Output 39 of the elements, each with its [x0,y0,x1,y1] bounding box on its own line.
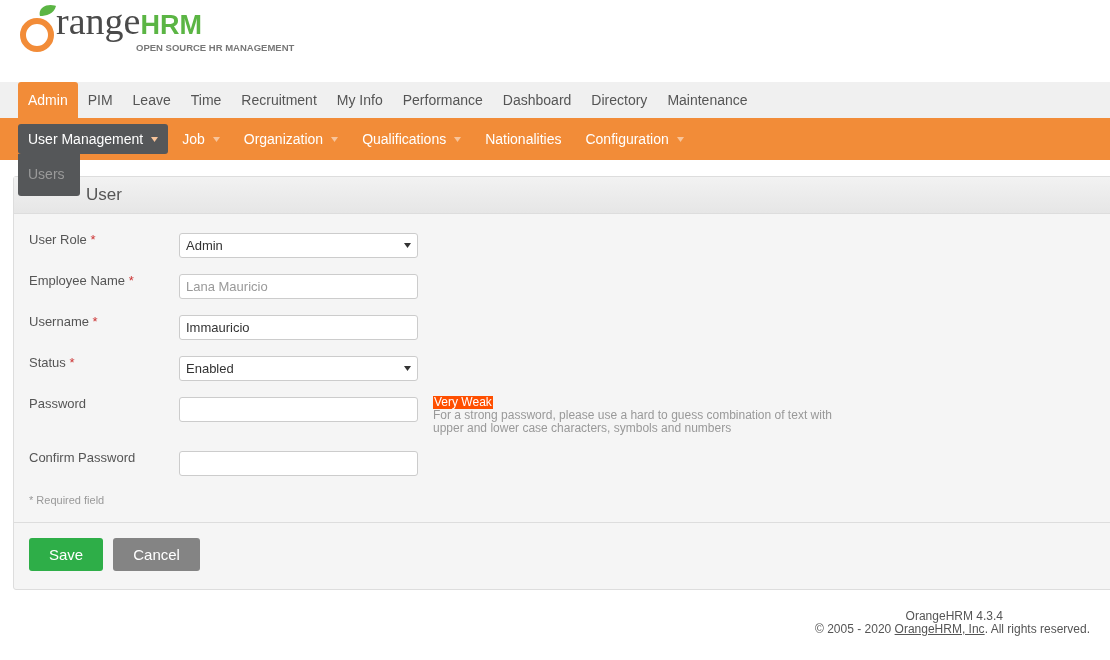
input-field[interactable]: Lana Mauricio [179,274,418,299]
caret-icon [151,136,159,142]
password-hint: For a strong password, please use a hard to guess combination of text with upper and lower case characters, symbols and numbers [433,409,833,435]
main-menu-tab[interactable]: Dashboard [492,82,582,118]
password-field[interactable] [179,397,418,422]
field-label: Username * [29,314,99,331]
input-field[interactable]: Immauricio [179,315,418,340]
caret-icon [404,366,411,371]
field-label: Password [29,396,88,413]
logo-tagline: OPEN SOURCE HR MANAGEMENT [136,43,295,53]
required-note: * Required field [29,494,106,506]
main-menu-tab[interactable]: Directory [581,82,658,118]
copyright-text: © 2005 - 2020 OrangeHRM, Inc. All rights reserved. [815,623,1090,636]
field-label: Confirm Password [29,450,137,467]
main-menu-tab[interactable]: Recruitment [231,82,327,118]
company-link[interactable]: OrangeHRM, Inc [894,622,985,636]
version-text: OrangeHRM 4.3.4 [905,610,1003,623]
main-menu-tab[interactable]: Performance [392,82,493,118]
field-label: User Role * [29,232,97,249]
sub-menu-tab[interactable]: User Management [18,124,169,154]
main-menu-tab[interactable]: PIM [77,82,123,118]
caret-icon [454,136,462,142]
caret-icon [331,136,339,142]
main-menu-tab[interactable]: Maintenance [657,82,758,118]
form-button[interactable]: Cancel [113,538,200,571]
strength-badge: Very Weak [433,396,493,409]
caret-icon [676,136,684,142]
main-menu-tab[interactable]: Leave [122,82,181,118]
field-label: Employee Name * [29,273,135,290]
input-field[interactable] [179,451,418,476]
select-field[interactable]: Admin [179,233,418,258]
fruit-logo-icon [18,4,58,52]
caret-icon [404,243,411,248]
caret-icon [212,136,220,142]
main-menu-tab[interactable]: Time [180,82,232,118]
main-menu-tab[interactable]: My Info [326,82,393,118]
select-field[interactable]: Enabled [179,356,418,381]
logo-brand: HRM [140,10,202,41]
field-label: Status * [29,355,76,372]
